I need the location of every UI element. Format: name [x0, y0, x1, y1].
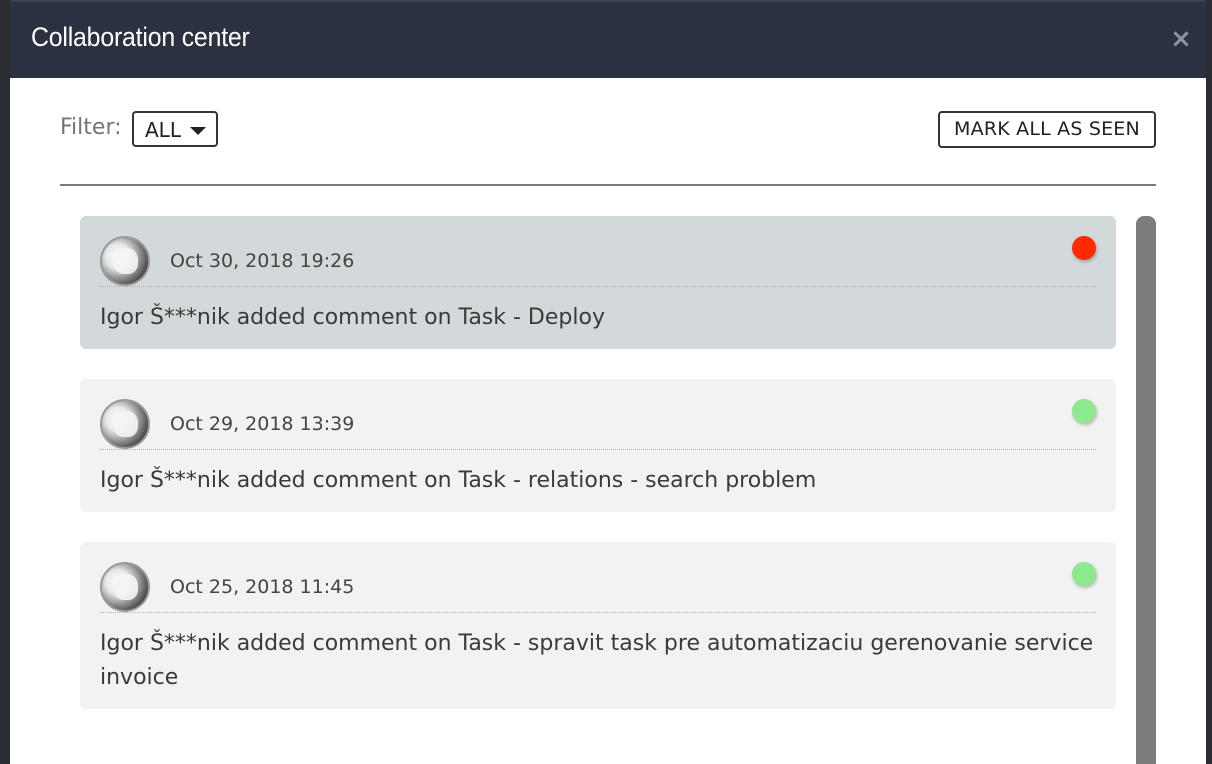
notification-timestamp: Oct 30, 2018 19:26	[170, 250, 355, 272]
modal-title: Collaboration center	[31, 22, 250, 52]
filter-select[interactable]: ALL	[132, 111, 218, 147]
notification-item[interactable]: Oct 30, 2018 19:26 Igor Š***nik added co…	[80, 216, 1116, 349]
notification-item[interactable]: Oct 29, 2018 13:39 Igor Š***nik added co…	[80, 379, 1116, 512]
notification-timestamp: Oct 25, 2018 11:45	[170, 576, 355, 598]
scrollbar[interactable]	[1136, 216, 1156, 764]
close-icon[interactable]: ×	[1166, 24, 1196, 54]
avatar	[100, 236, 150, 286]
avatar	[100, 562, 150, 612]
notification-item[interactable]: Oct 25, 2018 11:45 Igor Š***nik added co…	[80, 542, 1116, 709]
status-dot-icon	[1072, 399, 1096, 423]
notification-message: Igor Š***nik added comment on Task - spr…	[100, 631, 1094, 690]
status-dot-icon	[1072, 562, 1096, 586]
avatar	[100, 399, 150, 449]
backdrop-right	[1206, 0, 1212, 764]
notification-list: Oct 30, 2018 19:26 Igor Š***nik added co…	[80, 216, 1116, 739]
notification-message: Igor Š***nik added comment on Task - Dep…	[100, 305, 605, 330]
collaboration-modal: Collaboration center × Filter: ALL MARK …	[10, 0, 1206, 764]
status-dot-icon	[1072, 236, 1096, 260]
filter-value: ALL	[145, 118, 181, 142]
filter-label: Filter:	[60, 115, 122, 140]
divider	[60, 184, 1156, 186]
notification-message: Igor Š***nik added comment on Task - rel…	[100, 468, 817, 493]
notification-header: Oct 29, 2018 13:39	[100, 399, 1096, 450]
notification-timestamp: Oct 29, 2018 13:39	[170, 413, 355, 435]
backdrop-left	[0, 0, 10, 764]
notification-header: Oct 30, 2018 19:26	[100, 236, 1096, 287]
notification-header: Oct 25, 2018 11:45	[100, 562, 1096, 613]
caret-down-icon	[190, 127, 206, 135]
modal-header: Collaboration center ×	[10, 0, 1206, 78]
mark-all-as-seen-button[interactable]: MARK ALL AS SEEN	[938, 111, 1156, 148]
